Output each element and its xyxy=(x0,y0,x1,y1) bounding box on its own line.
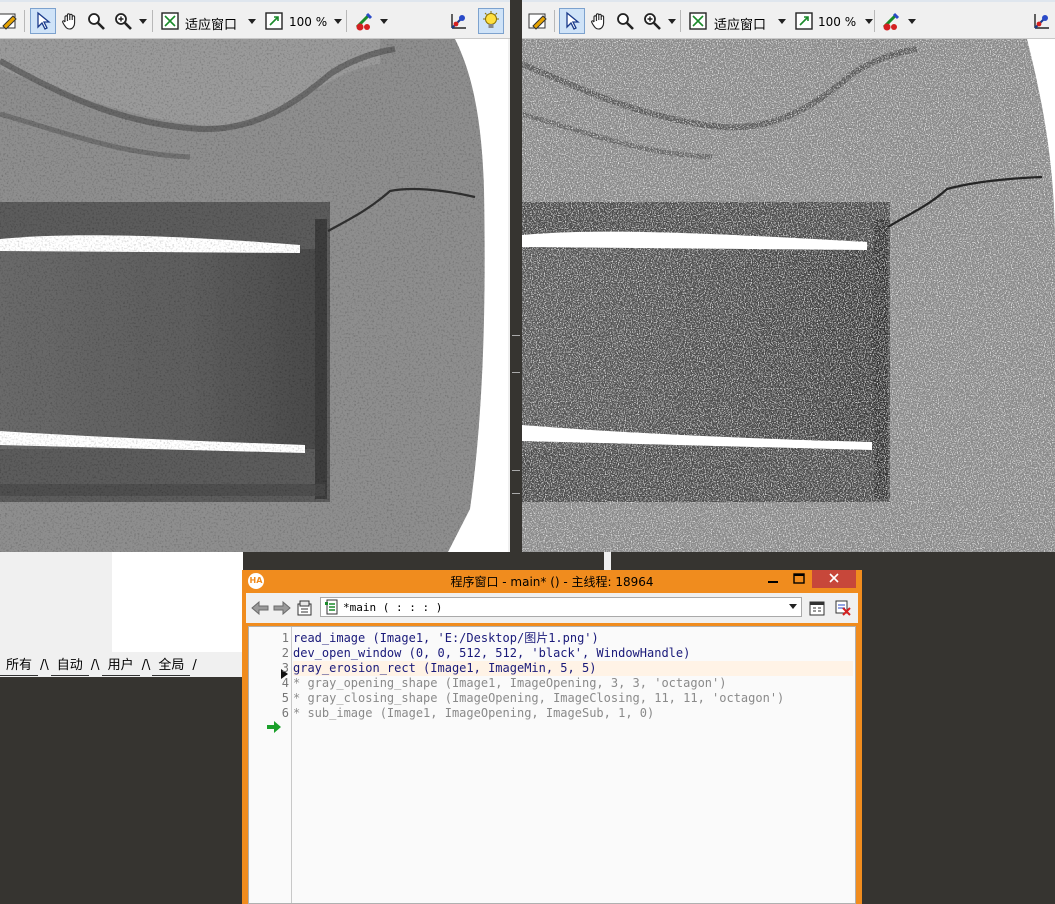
minimize-button[interactable] xyxy=(762,570,784,588)
code-comment: * sub_image (Image1, ImageOpening, Image… xyxy=(293,706,655,720)
procedure-name: *main ( : : : ) xyxy=(343,601,443,614)
code-editor[interactable]: 1 read_image (Image1, 'E:/Desktop/图片1.png… xyxy=(248,626,856,904)
code-line[interactable]: 1 read_image (Image1, 'E:/Desktop/图片1.png… xyxy=(282,631,855,646)
chevron-down-icon[interactable] xyxy=(668,19,676,24)
code-comment: * gray_closing_shape (ImageOpening, Imag… xyxy=(293,691,785,705)
procedure-select[interactable]: *main ( : : : ) xyxy=(320,597,802,617)
program-window: HA 程序窗口 - main* () - 主线程: 18964 *main ( … xyxy=(242,570,862,904)
axes-tool-icon[interactable] xyxy=(1029,8,1053,34)
line-number: 4 xyxy=(281,676,289,690)
program-counter-arrow-icon xyxy=(267,721,281,733)
line-number: 5 xyxy=(281,691,289,705)
line-number: 2 xyxy=(281,646,289,660)
procedure-edit-icon[interactable] xyxy=(294,597,316,619)
code-lines: 1 read_image (Image1, 'E:/Desktop/图片1.png… xyxy=(282,631,855,721)
chevron-down-icon[interactable] xyxy=(778,19,786,24)
delete-procedure-icon[interactable] xyxy=(832,597,854,619)
pan-hand-icon[interactable] xyxy=(587,8,611,34)
image-display-left[interactable] xyxy=(0,39,508,552)
code-text: gray_erosion_rect (Image1, ImageMin, 5, … xyxy=(293,661,597,675)
color-paint-icon[interactable] xyxy=(879,8,903,34)
procedure-properties-icon[interactable] xyxy=(806,597,828,619)
maximize-button[interactable] xyxy=(788,570,810,588)
back-arrow-icon[interactable] xyxy=(250,597,270,619)
zoom-percent-select[interactable]: 100 % xyxy=(289,15,327,29)
chevron-down-icon[interactable] xyxy=(334,19,342,24)
line-number: 6 xyxy=(281,706,289,720)
chevron-down-icon[interactable] xyxy=(789,604,797,609)
code-line-current[interactable]: 3 gray_erosion_rect (Image1, ImageMin, 5,… xyxy=(282,661,853,676)
program-window-title-bar[interactable]: HA 程序窗口 - main* () - 主线程: 18964 xyxy=(242,570,862,592)
fit-window-icon[interactable] xyxy=(158,8,182,34)
zoom-percent-icon[interactable] xyxy=(262,8,286,34)
zoom-icon[interactable] xyxy=(613,8,637,34)
close-button[interactable] xyxy=(812,570,856,588)
chevron-down-icon[interactable] xyxy=(908,19,916,24)
image-display-right[interactable] xyxy=(522,39,1055,552)
variable-list-area xyxy=(112,552,243,652)
chevron-down-icon[interactable] xyxy=(865,19,873,24)
tab-user[interactable]: 用户 xyxy=(101,656,140,676)
window-edge xyxy=(604,552,611,570)
zoom-in-icon[interactable] xyxy=(110,8,136,34)
pointer-tool-icon[interactable] xyxy=(559,8,585,34)
code-line[interactable]: 5 * gray_closing_shape (ImageOpening, Ima… xyxy=(282,691,855,706)
graphics-toolbar: 适应窗口 100 % xyxy=(522,2,1055,39)
code-text: dev_open_window (0, 0, 512, 512, 'black'… xyxy=(293,646,691,660)
tab-all[interactable]: 所有 xyxy=(0,656,39,676)
code-text: read_image (Image1, 'E:/Desktop/图片1.png'… xyxy=(293,631,599,645)
code-line[interactable]: 4 * gray_opening_shape (Image1, ImageOpen… xyxy=(282,676,855,691)
fit-window-icon[interactable] xyxy=(686,8,710,34)
zoom-icon[interactable] xyxy=(84,8,108,34)
lightbulb-icon[interactable] xyxy=(478,8,504,34)
zoom-mode-select[interactable]: 适应窗口 xyxy=(185,14,237,33)
color-paint-icon[interactable] xyxy=(352,8,376,34)
edit-icon[interactable] xyxy=(0,8,20,34)
axes-tool-icon[interactable] xyxy=(446,8,470,34)
zoom-percent-icon[interactable] xyxy=(792,8,816,34)
splitter[interactable] xyxy=(510,0,522,552)
chevron-down-icon[interactable] xyxy=(380,19,388,24)
chevron-down-icon[interactable] xyxy=(139,19,147,24)
zoom-mode-select[interactable]: 适应窗口 xyxy=(714,14,766,33)
graphics-toolbar: 适应窗口 100 % xyxy=(0,2,510,39)
forward-arrow-icon[interactable] xyxy=(272,597,292,619)
code-line[interactable]: 2 dev_open_window (0, 0, 512, 512, 'black… xyxy=(282,646,855,661)
code-line[interactable]: 6 * sub_image (Image1, ImageOpening, Imag… xyxy=(282,706,855,721)
program-toolbar: *main ( : : : ) xyxy=(246,593,858,623)
zoom-percent-select[interactable]: 100 % xyxy=(818,15,856,29)
pan-hand-icon[interactable] xyxy=(58,8,82,34)
edit-icon[interactable] xyxy=(526,8,550,34)
pointer-tool-icon[interactable] xyxy=(30,8,56,34)
zoom-in-icon[interactable] xyxy=(639,8,665,34)
code-comment: * gray_opening_shape (Image1, ImageOpeni… xyxy=(293,676,727,690)
graphics-window-right: 适应窗口 100 % xyxy=(522,0,1055,552)
variable-tabs: 所有/\ 自动/\ 用户/\ 全局 / xyxy=(0,656,243,676)
tab-auto[interactable]: 自动 xyxy=(50,656,89,676)
line-number: 3 xyxy=(281,661,289,675)
tab-global[interactable]: 全局 xyxy=(152,656,191,676)
graphics-window-left: 适应窗口 100 % xyxy=(0,0,510,552)
line-number: 1 xyxy=(281,631,289,645)
chevron-down-icon[interactable] xyxy=(248,19,256,24)
